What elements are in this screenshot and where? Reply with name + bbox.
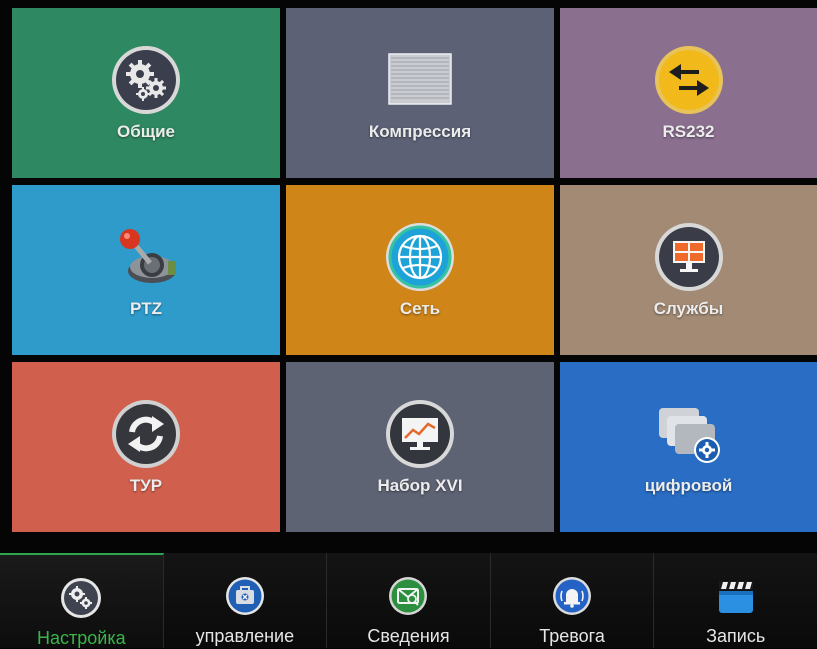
tile-label: Общие — [117, 122, 175, 141]
tile-ptz[interactable]: PTZ — [12, 185, 280, 355]
tab-label: Настройка — [36, 628, 126, 648]
tab-management[interactable]: управление — [164, 553, 328, 648]
tab-label: управление — [195, 626, 295, 646]
toolbox-icon — [224, 575, 266, 617]
tile-compression[interactable]: Компрессия — [286, 8, 554, 178]
tile-general[interactable]: Общие — [12, 8, 280, 178]
tab-label: Запись — [706, 626, 766, 646]
alarm-bell-icon — [551, 575, 593, 617]
tile-label: цифровой — [644, 476, 733, 495]
chart-monitor-icon — [384, 398, 456, 470]
tab-label: Тревога — [539, 626, 605, 646]
tab-alarm[interactable]: Тревога — [491, 553, 655, 648]
gears-icon — [60, 577, 102, 619]
tile-tour[interactable]: ТУР — [12, 362, 280, 532]
arrows-swap-icon — [653, 44, 725, 116]
tile-label: Компрессия — [368, 122, 472, 141]
tab-settings[interactable]: Настройка — [0, 553, 164, 648]
tab-record[interactable]: Запись — [654, 553, 817, 648]
tab-info[interactable]: Сведения — [327, 553, 491, 648]
globe-icon — [384, 221, 456, 293]
info-icon — [387, 575, 429, 617]
settings-grid: Общие Компрессия RS232 PTZ Сеть Службы Т… — [12, 8, 817, 532]
tile-label: ТУР — [129, 476, 163, 495]
tile-services[interactable]: Службы — [560, 185, 817, 355]
tab-label: Сведения — [367, 626, 450, 646]
joystick-icon — [110, 221, 182, 293]
clapper-icon — [715, 575, 757, 617]
tile-label: PTZ — [129, 299, 163, 318]
tile-label: RS232 — [662, 122, 715, 141]
tile-label: Сеть — [399, 299, 441, 318]
gears-icon — [110, 44, 182, 116]
tile-digital[interactable]: цифровой — [560, 362, 817, 532]
tile-label: Службы — [653, 299, 724, 318]
compression-icon — [384, 44, 456, 116]
monitor-icon — [653, 221, 725, 293]
digital-channels-icon — [653, 398, 725, 470]
refresh-icon — [110, 398, 182, 470]
tile-rs232[interactable]: RS232 — [560, 8, 817, 178]
tile-xvi-set[interactable]: Набор XVI — [286, 362, 554, 532]
tile-network[interactable]: Сеть — [286, 185, 554, 355]
tile-label: Набор XVI — [377, 476, 463, 495]
bottom-nav-bar: Настройка управление Сведения Тревога За… — [0, 553, 817, 648]
